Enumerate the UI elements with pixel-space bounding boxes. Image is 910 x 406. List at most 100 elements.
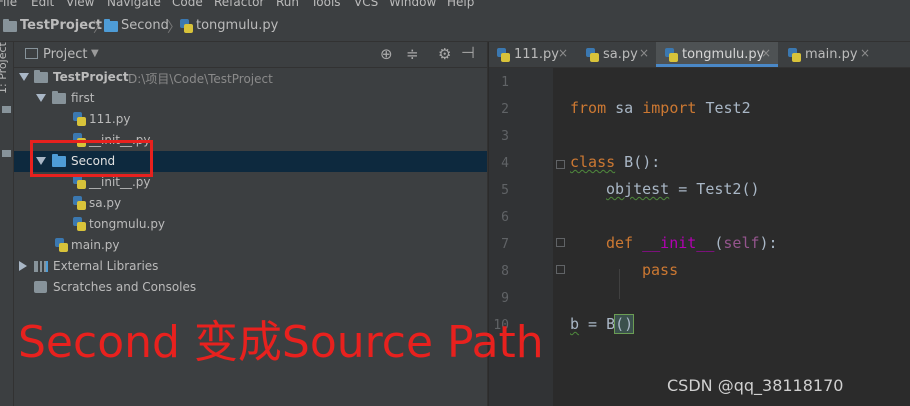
python-file-icon — [788, 48, 801, 62]
tab-label: 111.py — [514, 47, 559, 62]
line-number: 4 — [501, 156, 509, 171]
code-line: def __init__(self): — [606, 234, 778, 252]
project-folder-icon — [34, 70, 48, 83]
indent-guide — [619, 269, 620, 299]
line-number: 2 — [501, 102, 509, 117]
menu-run[interactable]: Run — [276, 0, 299, 9]
scratches-icon — [34, 281, 47, 293]
code-editor[interactable]: from sa import Test2 class B(): objtest … — [553, 68, 910, 406]
tree-item-scratches[interactable]: Scratches and Consoles — [14, 277, 487, 298]
expand-arrow-icon[interactable] — [19, 261, 27, 271]
tree-item-testproject[interactable]: TestProject D:\项目\Code\TestProject — [14, 67, 487, 88]
line-number: 3 — [501, 129, 509, 144]
project-path: D:\项目\Code\TestProject — [128, 72, 273, 86]
tab-label: tongmulu.py — [682, 47, 765, 62]
code-line: objtest = Test2() — [606, 180, 760, 198]
fold-icon[interactable] — [556, 160, 565, 169]
line-number: 9 — [501, 291, 509, 306]
python-file-icon — [73, 196, 86, 210]
project-tool-icon — [2, 106, 11, 113]
tree-item-sa-py[interactable]: sa.py — [14, 193, 487, 214]
python-file-icon — [73, 112, 86, 126]
expand-arrow-icon[interactable] — [19, 73, 29, 81]
line-number: 5 — [501, 183, 509, 198]
breadcrumb: TestProject 〉 Second 〉 tongmulu.py — [0, 12, 910, 42]
code-line: pass — [642, 261, 679, 279]
tree-item-label: 111.py — [89, 112, 131, 126]
project-view-icon — [25, 48, 38, 59]
tool-window-strip: 1: Project — [0, 42, 14, 406]
close-icon[interactable]: × — [639, 46, 649, 60]
tree-item-external-libraries[interactable]: External Libraries — [14, 256, 487, 277]
folder-icon — [104, 19, 118, 32]
code-line: from sa import Test2 — [570, 99, 751, 117]
line-number: 6 — [501, 210, 509, 225]
tree-item-label: External Libraries — [53, 259, 159, 273]
watermark: CSDN @qq_38118170 — [667, 376, 844, 395]
tree-item-label: TestProject — [53, 70, 129, 84]
tree-item-label: tongmulu.py — [89, 217, 166, 231]
annotation-text: Second 变成Source Path — [18, 317, 544, 368]
library-icon — [34, 261, 48, 272]
tab-label: main.py — [805, 47, 858, 62]
close-icon[interactable]: × — [761, 46, 771, 60]
line-number: 8 — [501, 264, 509, 279]
code-line: class B(): — [570, 153, 661, 171]
menu-view[interactable]: View — [66, 0, 94, 9]
menu-tools[interactable]: Tools — [311, 0, 341, 9]
menu-navigate[interactable]: Navigate — [107, 0, 161, 9]
tree-item-first[interactable]: first — [14, 88, 487, 109]
project-folder-icon — [3, 19, 17, 32]
menu-help[interactable]: Help — [447, 0, 474, 9]
menu-vcs[interactable]: VCS — [354, 0, 378, 9]
python-file-icon — [497, 48, 510, 62]
line-number: 7 — [501, 237, 509, 252]
tab-label: sa.py — [603, 47, 638, 62]
tab-sa-py[interactable]: sa.py × — [572, 42, 656, 67]
folder-icon — [52, 91, 66, 104]
structure-tool-icon[interactable] — [2, 150, 11, 157]
collapse-all-icon[interactable]: ≑ — [406, 45, 419, 63]
hide-panel-icon[interactable]: ⊣ — [461, 43, 475, 62]
chevron-down-icon[interactable]: ▼ — [91, 48, 99, 59]
menu-bar: File Edit View Navigate Code Refactor Ru… — [0, 0, 910, 12]
tab-tongmulu-py[interactable]: tongmulu.py × — [656, 42, 778, 67]
editor-tabs: 111.py × sa.py × tongmulu.py × main.py × — [489, 42, 910, 68]
breadcrumb-folder[interactable]: Second — [121, 18, 169, 33]
python-file-icon — [73, 217, 86, 231]
python-file-icon — [586, 48, 599, 62]
project-tool-button[interactable]: 1: Project — [0, 42, 9, 94]
menu-window[interactable]: Window — [389, 0, 436, 9]
fold-icon[interactable] — [556, 238, 565, 247]
line-number: 1 — [501, 75, 509, 90]
tree-item-main-py[interactable]: main.py — [14, 235, 487, 256]
project-view-title[interactable]: Project — [43, 47, 87, 62]
menu-edit[interactable]: Edit — [31, 0, 54, 9]
menu-refactor[interactable]: Refactor — [214, 0, 264, 9]
tree-item-label: first — [71, 91, 95, 105]
code-line: b = B() — [570, 314, 635, 334]
expand-arrow-icon[interactable] — [36, 94, 46, 102]
close-icon[interactable]: × — [558, 46, 568, 60]
python-file-icon — [55, 238, 68, 252]
python-file-icon — [73, 175, 86, 189]
menu-file[interactable]: File — [0, 0, 17, 9]
close-icon[interactable]: × — [860, 46, 870, 60]
tree-item-label: sa.py — [89, 196, 122, 210]
tree-item-label: main.py — [71, 238, 120, 252]
breadcrumb-project[interactable]: TestProject — [20, 18, 102, 33]
gear-icon[interactable]: ⚙ — [438, 45, 451, 63]
menu-code[interactable]: Code — [172, 0, 203, 9]
tree-item-tongmulu-py[interactable]: tongmulu.py — [14, 214, 487, 235]
tree-item-label: __init__.py — [89, 175, 151, 189]
red-highlight-box — [30, 140, 153, 177]
python-file-icon — [665, 48, 678, 62]
tree-item-111-py[interactable]: 111.py — [14, 109, 487, 130]
tree-item-label: Scratches and Consoles — [53, 280, 197, 294]
tab-111-py[interactable]: 111.py × — [489, 42, 572, 67]
breadcrumb-file[interactable]: tongmulu.py — [196, 18, 278, 33]
python-file-icon — [180, 19, 193, 33]
fold-icon[interactable] — [556, 265, 565, 274]
tab-main-py[interactable]: main.py × — [778, 42, 878, 67]
locate-icon[interactable]: ⊕ — [380, 45, 393, 63]
